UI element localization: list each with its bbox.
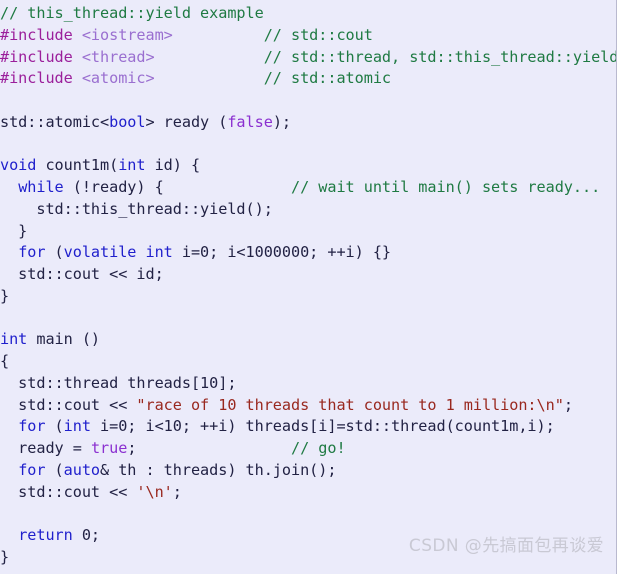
code-token: "race of 10 threads that count to 1 mill… <box>136 395 564 414</box>
code-token: void <box>0 156 37 175</box>
code-token: // std::atomic <box>263 69 392 88</box>
code-token: '\n' <box>136 482 173 501</box>
code-token: #include <box>0 69 82 88</box>
code-token: while <box>18 178 64 196</box>
code-token: > ready ( <box>145 112 228 131</box>
code-token: { <box>0 352 10 370</box>
code-token: ); <box>272 112 291 131</box>
code-token: main () <box>27 330 101 349</box>
code-token: ( <box>45 243 64 262</box>
code-token: std::thread threads[10]; <box>0 373 237 392</box>
code-token: (!ready) { <box>63 178 164 196</box>
code-token: for <box>18 243 46 262</box>
code-token: <atomic> <box>81 69 155 88</box>
code-line: ready = true; // go! <box>0 438 616 460</box>
code-line: std::thread threads[10]; <box>0 373 616 395</box>
code-token: true <box>90 439 128 457</box>
code-token: std::this_thread::yield(); <box>0 199 273 218</box>
code-token: // this_thread::yield example <box>0 4 264 22</box>
code-token: int <box>0 330 28 349</box>
code-token: // std::thread, std::this_thread::yield <box>263 47 617 66</box>
code-line: std::this_thread::yield(); <box>0 199 616 221</box>
code-token: 0; <box>72 526 101 544</box>
code-token: count1m( <box>36 156 119 175</box>
code-token: int <box>145 243 173 262</box>
code-token: i=0; i<1000000; ++i) {} <box>172 243 392 262</box>
code-token: bool <box>109 112 146 131</box>
code-token: & th : threads) th.join(); <box>100 460 337 479</box>
code-token: int <box>118 156 146 175</box>
code-block[interactable]: // this_thread::yield example #include <… <box>0 0 617 574</box>
code-line: #include <iostream> // std::cout <box>0 25 616 47</box>
code-token: ; <box>172 482 182 501</box>
code-token: } <box>0 221 28 240</box>
code-token: id) { <box>145 156 201 175</box>
code-line: } <box>0 286 616 308</box>
code-token: for <box>18 417 46 436</box>
code-token: std::cout << <box>0 395 137 414</box>
code-line: for (int i=0; i<10; ++i) threads[i]=std:… <box>0 416 616 438</box>
code-listing[interactable]: // this_thread::yield example #include <… <box>0 3 617 569</box>
code-token: ( <box>45 417 64 436</box>
code-line: for (auto& th : threads) th.join(); <box>0 460 616 482</box>
code-line: void count1m(int id) { <box>0 155 616 177</box>
code-token: <iostream> <box>81 25 173 44</box>
code-token: ; <box>563 395 573 414</box>
csdn-watermark: CSDN @先搞面包再谈爱 <box>408 536 604 556</box>
code-line: while (!ready) { // wait until main() se… <box>0 177 616 199</box>
code-token: i=0; i<10; ++i) threads[i]=std::thread(c… <box>90 417 555 436</box>
code-token: #include <box>0 25 82 44</box>
code-line: std::cout << "race of 10 threads that co… <box>0 395 616 417</box>
code-token: ready = <box>0 439 91 457</box>
code-token: for <box>18 460 46 479</box>
code-token: std::cout << <box>0 482 137 501</box>
code-line: std::cout << id; <box>0 264 616 286</box>
code-line: std::cout << '\n'; <box>0 482 616 504</box>
code-token: auto <box>63 460 101 479</box>
code-token: } <box>0 286 10 305</box>
code-token: // go! <box>291 439 346 457</box>
code-token: false <box>227 112 273 131</box>
code-token: std::atomic< <box>0 112 110 131</box>
code-line: #include <atomic> // std::atomic <box>0 68 616 90</box>
code-token: std::cout << id; <box>0 265 164 283</box>
code-token: // wait until main() sets ready... <box>291 178 601 196</box>
code-line: { <box>0 351 616 373</box>
code-line: for (volatile int i=0; i<1000000; ++i) {… <box>0 242 616 264</box>
code-line: std::atomic<bool> ready (false); <box>0 112 616 134</box>
code-token: volatile <box>63 243 137 262</box>
code-token: <thread> <box>81 47 155 66</box>
code-token: } <box>0 547 10 566</box>
code-token: #include <box>0 47 82 66</box>
code-line: #include <thread> // std::thread, std::t… <box>0 47 617 69</box>
code-token: int <box>63 417 91 436</box>
code-token: // std::cout <box>263 25 373 44</box>
code-line: } <box>0 221 616 243</box>
code-line: // this_thread::yield example <box>0 3 616 25</box>
code-token: return <box>18 526 73 544</box>
code-line: int main () <box>0 329 616 351</box>
code-token: ( <box>45 460 64 479</box>
